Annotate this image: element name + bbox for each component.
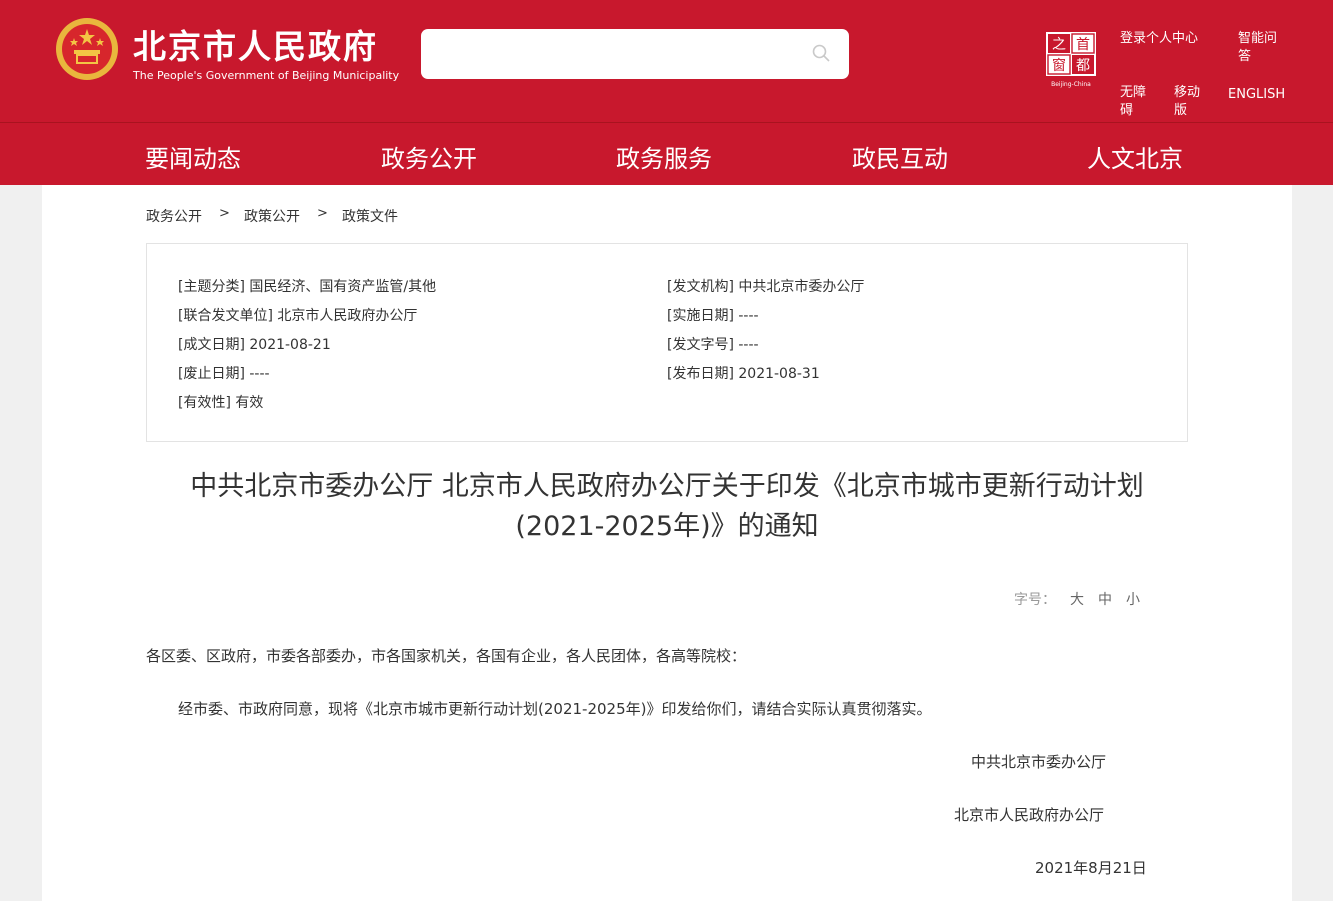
nav-gov-affairs-open[interactable]: 政务公开 [381, 139, 477, 174]
signature-government-office: 北京市人民政府办公厅 [954, 806, 1105, 824]
meta-publish-date: [发布日期] 2021-08-31 [667, 366, 820, 382]
nav-interaction[interactable]: 政民互动 [852, 139, 948, 174]
site-header: 北京市人民政府 The People's Government of Beiji… [0, 0, 1333, 122]
font-size-medium-button[interactable]: 中 [1098, 589, 1112, 609]
meta-issuer: [发文机构] 中共北京市委办公厅 [667, 279, 865, 295]
document-date: 2021年8月21日 [1035, 859, 1147, 877]
breadcrumb-separator: > [317, 206, 328, 221]
svg-text:Beijing-China: Beijing-China [1051, 81, 1091, 88]
search-icon[interactable] [811, 43, 831, 63]
svg-text:首: 首 [1076, 37, 1090, 53]
meta-doc-number: [发文字号] ---- [667, 337, 759, 353]
document-title-line: 中共北京市委办公厅 北京市人民政府办公厅关于印发《北京市城市更新行动计划 [190, 471, 1144, 502]
capital-window-logo[interactable]: 之 首 窗 都 Beijing-China [1044, 30, 1098, 88]
mobile-link[interactable]: 移动版 [1174, 84, 1204, 120]
meta-written-date: [成文日期] 2021-08-21 [178, 337, 331, 353]
main-nav: 要闻动态 政务公开 政务服务 政民互动 人文北京 [0, 122, 1333, 185]
breadcrumb-separator: > [219, 206, 230, 221]
breadcrumb-home[interactable]: 政务公开 [146, 206, 202, 226]
nav-culture[interactable]: 人文北京 [1087, 139, 1183, 174]
nav-gov-services[interactable]: 政务服务 [616, 139, 712, 174]
national-emblem-icon[interactable] [52, 16, 122, 88]
document-title-line: (2021-2025年)》的通知 [515, 511, 819, 542]
svg-text:窗: 窗 [1052, 57, 1066, 74]
search-input[interactable] [421, 29, 849, 79]
site-title[interactable]: 北京市人民政府 [133, 20, 378, 68]
breadcrumb-policy-docs[interactable]: 政策文件 [342, 206, 398, 226]
meta-validity: [有效性] 有效 [178, 395, 264, 411]
english-link[interactable]: ENGLISH [1228, 86, 1285, 104]
login-link[interactable]: 登录个人中心 [1120, 30, 1198, 48]
document-title: 中共北京市委办公厅 北京市人民政府办公厅关于印发《北京市城市更新行动计划 (20… [146, 467, 1188, 547]
site-subtitle: The People's Government of Beijing Munic… [133, 69, 400, 82]
meta-joint-issuer: [联合发文单位] 北京市人民政府办公厅 [178, 308, 418, 324]
document-body: 经市委、市政府同意，现将《北京市城市更新行动计划(2021-2025年)》印发给… [178, 700, 932, 718]
meta-repeal-date: [废止日期] ---- [178, 366, 270, 382]
svg-text:之: 之 [1052, 37, 1066, 53]
svg-text:都: 都 [1076, 58, 1090, 74]
font-size-large-button[interactable]: 大 [1070, 589, 1084, 609]
font-size-small-button[interactable]: 小 [1126, 589, 1140, 609]
meta-topic: [主题分类] 国民经济、国有资产监管/其他 [178, 279, 437, 295]
nav-news[interactable]: 要闻动态 [145, 139, 241, 174]
accessibility-link[interactable]: 无障碍 [1120, 84, 1150, 120]
smart-qa-link[interactable]: 智能问答 [1238, 30, 1282, 66]
document-salutation: 各区委、区政府，市委各部委办，市各国家机关，各国有企业，各人民团体，各高等院校： [146, 647, 747, 665]
breadcrumb-policy-open[interactable]: 政策公开 [244, 206, 300, 226]
signature-party-office: 中共北京市委办公厅 [971, 753, 1107, 771]
meta-effective-date: [实施日期] ---- [667, 308, 759, 324]
font-size-label: 字号： [1014, 592, 1056, 608]
